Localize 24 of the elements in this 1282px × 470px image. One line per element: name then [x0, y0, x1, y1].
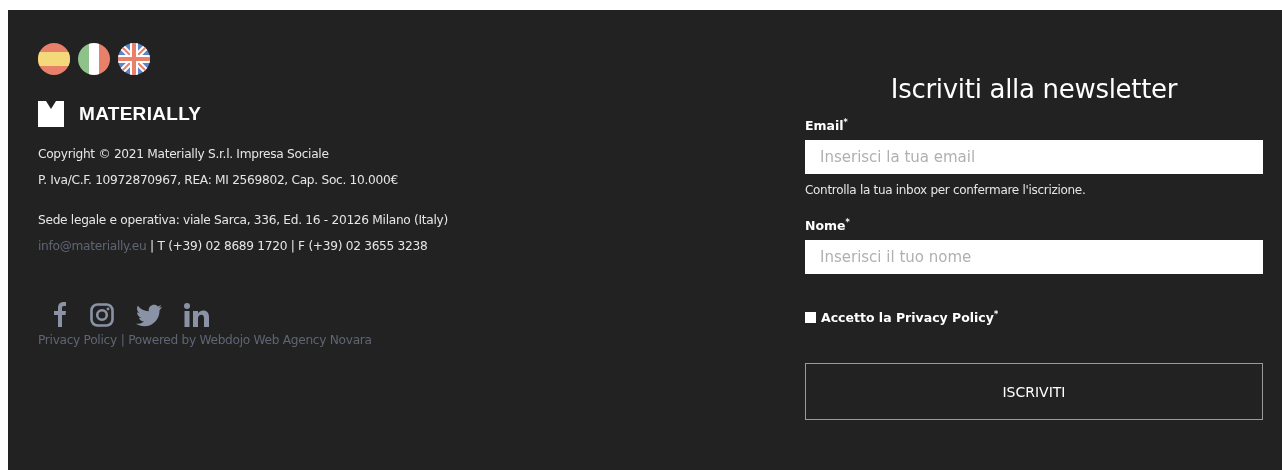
flag-icon[interactable]: [38, 43, 70, 75]
flag-icon[interactable]: [78, 43, 110, 75]
credits-text: | Powered by Webdojo Web Agency Novara: [120, 333, 372, 347]
logo-icon[interactable]: [38, 101, 64, 127]
address-text: Sede legale e operativa: viale Sarca, 336, Ed. 16 - 20126 Milano (Italy): [38, 212, 449, 229]
twitter-bird-icon[interactable]: [136, 304, 162, 327]
checkbox[interactable]: [805, 312, 816, 324]
field-hint: Controlla la tua inbox per confermare l'iscrizione.: [805, 183, 1087, 198]
field-label: Nome$^{*}$: [805, 218, 851, 234]
copyright-text: Copyright © 2021 Materially S.r.l. Impresa Sociale: [38, 146, 330, 163]
consent-label: Accetto la Privacy Policy$^{*}$: [821, 310, 999, 326]
company-info-text: P. Iva/C.F. 10972870967, REA: MI 2569802, Cap. Soc. 10.000€: [38, 172, 399, 189]
field-label: Email$^{*}$: [805, 118, 849, 134]
input-field[interactable]: Inserisci il tuo nome: [805, 240, 1263, 275]
phone-text: | T (+39) 02 8689 1720 | F (+39) 02 3655 3238: [149, 239, 428, 253]
subscribe-button[interactable]: ISCRIVITI: [805, 363, 1263, 421]
input-field[interactable]: Inserisci la tua email: [805, 140, 1263, 175]
brand-name: MATERIALLY: [79, 103, 202, 125]
email-link[interactable]: info@materially.eu: [38, 239, 147, 253]
linkedin-icon[interactable]: [184, 303, 209, 327]
privacy-policy-link[interactable]: Privacy Policy: [38, 333, 117, 347]
newsletter-title: Iscriviti alla newsletter: [889, 74, 1179, 104]
instagram-icon[interactable]: [90, 303, 114, 327]
flag-icon[interactable]: [118, 43, 150, 75]
